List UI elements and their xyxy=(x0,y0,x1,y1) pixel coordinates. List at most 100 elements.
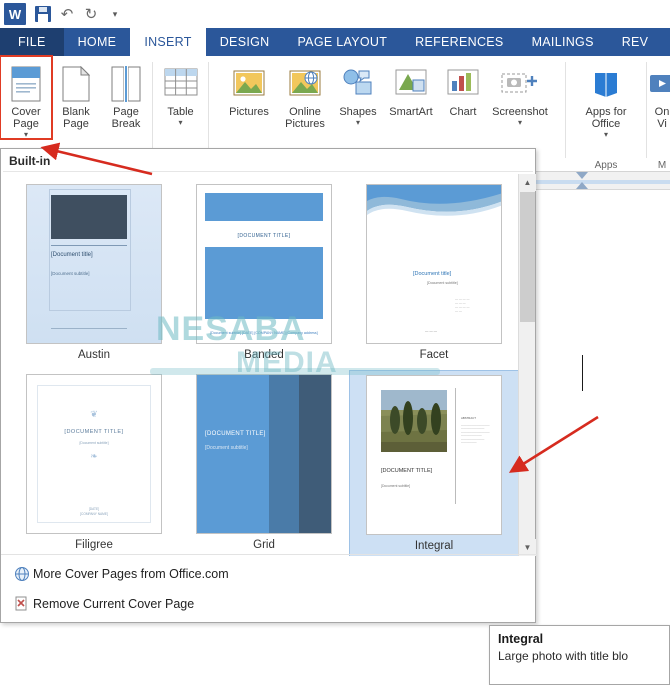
thumb-footer-facet: — — — xyxy=(425,329,438,333)
pictures-label: Pictures xyxy=(229,106,269,118)
undo-button[interactable]: ↶ xyxy=(56,3,78,25)
pictures-button[interactable]: Pictures xyxy=(221,56,277,130)
thumb-title-integral: [DOCUMENT TITLE] xyxy=(381,468,433,474)
horizontal-ruler[interactable] xyxy=(536,172,670,190)
cover-thumbnail-banded: [DOCUMENT TITLE] [Document subtitle] [DA… xyxy=(196,184,332,344)
more-cover-pages-item[interactable]: More Cover Pages from Office.com xyxy=(1,559,537,589)
cover-page-icon xyxy=(11,62,41,106)
thumb-sidetext-facet: — — — — — — — — — — — — — xyxy=(455,297,470,313)
online-video-button[interactable]: On Vi xyxy=(647,56,670,130)
thumb-footer-filigree: [DATE] [COMPANY NAME] xyxy=(80,507,108,516)
ribbon-tabbar: FILE HOME INSERT DESIGN PAGE LAYOUT REFE… xyxy=(0,28,670,56)
customize-quick-access-button[interactable]: ▾ xyxy=(104,3,126,25)
online-pictures-button[interactable]: Online Pictures xyxy=(277,56,333,130)
word-logo: W xyxy=(4,3,26,25)
arrow-to-integral-item xyxy=(508,415,599,473)
shapes-icon xyxy=(342,62,374,106)
remove-cover-page-item[interactable]: Remove Current Cover Page xyxy=(1,589,537,619)
gallery-item-banded[interactable]: [DOCUMENT TITLE] [Document subtitle] [DA… xyxy=(179,180,349,370)
chart-button[interactable]: Chart xyxy=(439,56,487,130)
save-icon xyxy=(35,6,51,22)
scroll-up-icon[interactable]: ▲ xyxy=(519,174,536,191)
thumb-subtitle-integral: [Document subtitle] xyxy=(381,484,411,488)
tooltip-integral: Integral Large photo with title blo xyxy=(489,625,670,685)
hanging-indent-marker[interactable] xyxy=(576,182,588,189)
cover-page-button[interactable]: Cover Page ▾ xyxy=(0,55,53,140)
thumb-title-grid: [DOCUMENT TITLE] xyxy=(205,431,266,437)
chevron-down-icon[interactable]: ▾ xyxy=(178,119,182,127)
cover-thumbnail-facet: [Document title] [Document subtitle] — —… xyxy=(366,184,502,344)
tab-insert[interactable]: INSERT xyxy=(130,28,206,56)
ribbon-group-apps: Apps for Office ▾ Apps xyxy=(566,56,646,172)
tab-home[interactable]: HOME xyxy=(64,28,131,56)
gallery-caption-filigree: Filigree xyxy=(75,539,113,551)
thumb-subtitle-filigree: [Document subtitle] xyxy=(79,441,109,445)
page-break-label: Page Break xyxy=(111,106,141,130)
page-break-button[interactable]: Page Break xyxy=(100,56,152,139)
globe-icon xyxy=(11,566,33,582)
cover-page-gallery: Built-in [Document title] [Document subt… xyxy=(0,148,537,623)
cover-thumbnail-grid: [DOCUMENT TITLE] [Document subtitle] xyxy=(196,374,332,534)
scrollbar-thumb[interactable] xyxy=(520,192,535,322)
thumb-subtitle-facet: [Document subtitle] xyxy=(427,281,458,285)
chevron-down-icon[interactable]: ▾ xyxy=(356,119,360,127)
cover-page-label: Cover Page xyxy=(11,106,41,130)
thumb-ornament-bottom-filigree: ❧ xyxy=(90,451,98,461)
ribbon-group-media: On Vi M xyxy=(647,56,670,172)
tab-page-layout[interactable]: PAGE LAYOUT xyxy=(283,28,401,56)
first-line-indent-marker[interactable] xyxy=(576,172,588,179)
thumb-bodytext-integral: ——————————— ————————— ——————————— ———————— —… xyxy=(461,424,490,445)
thumb-title-banded: [DOCUMENT TITLE] xyxy=(237,233,291,239)
shapes-button[interactable]: Shapes ▾ xyxy=(333,56,383,130)
cover-thumbnail-integral: ABSTRACT ——————————— ————————— ———————————… xyxy=(366,375,502,535)
redo-button[interactable]: ↻ xyxy=(80,3,102,25)
gallery-item-austin[interactable]: [Document title] [Document subtitle] Aus… xyxy=(9,180,179,370)
gallery-scrollbar[interactable]: ▲ ▼ xyxy=(518,174,536,556)
screenshot-icon xyxy=(501,62,539,106)
gallery-item-integral[interactable]: ABSTRACT ——————————— ————————— ———————————… xyxy=(349,370,519,556)
chevron-down-icon[interactable]: ▾ xyxy=(518,119,522,127)
tab-mailings[interactable]: MAILINGS xyxy=(518,28,608,56)
thumb-subtitle-banded: [Document subtitle] [DATE] [COMPANY NAME… xyxy=(210,331,318,335)
arrow-to-cover-page-button xyxy=(40,142,153,176)
table-button[interactable]: Table ▾ xyxy=(155,56,207,127)
tab-review[interactable]: REV xyxy=(608,28,663,56)
tab-design[interactable]: DESIGN xyxy=(206,28,284,56)
ribbon-group-media-label: M xyxy=(657,160,667,171)
save-button[interactable] xyxy=(32,3,54,25)
screenshot-label: Screenshot xyxy=(492,106,548,118)
gallery-caption-austin: Austin xyxy=(78,349,110,361)
thumb-subtitle-austin: [Document subtitle] xyxy=(51,271,90,276)
chevron-down-icon[interactable]: ▾ xyxy=(604,131,608,139)
blank-page-icon xyxy=(62,62,90,106)
tooltip-title: Integral xyxy=(498,632,544,646)
tab-file[interactable]: FILE xyxy=(0,28,64,56)
online-pictures-label: Online Pictures xyxy=(285,106,325,130)
thumb-subtitle-grid: [Document subtitle] xyxy=(205,445,248,451)
gallery-item-facet[interactable]: [Document title] [Document subtitle] — —… xyxy=(349,180,519,370)
blank-page-button[interactable]: Blank Page xyxy=(52,56,100,139)
online-video-label: On Vi xyxy=(654,106,670,130)
thumb-title-facet: [Document title] xyxy=(413,271,452,277)
apps-for-office-button[interactable]: Apps for Office ▾ xyxy=(568,56,644,139)
online-pictures-icon xyxy=(289,62,321,106)
thumb-title-filigree: [DOCUMENT TITLE] xyxy=(64,429,124,435)
cover-thumbnail-filigree: ❦ [DOCUMENT TITLE] [Document subtitle] ❧… xyxy=(26,374,162,534)
tab-references[interactable]: REFERENCES xyxy=(401,28,517,56)
gallery-item-grid[interactable]: [DOCUMENT TITLE] [Document subtitle] Gri… xyxy=(179,370,349,556)
remove-cover-page-label: Remove Current Cover Page xyxy=(33,597,195,611)
blank-page-label: Blank Page xyxy=(62,106,90,130)
screenshot-button[interactable]: Screenshot ▾ xyxy=(487,56,553,130)
ruler-track xyxy=(536,180,670,184)
cover-thumbnail-austin: [Document title] [Document subtitle] xyxy=(26,184,162,344)
watermark-text-secondary: MEDIA xyxy=(236,346,338,379)
chevron-down-icon[interactable]: ▾ xyxy=(24,131,28,139)
gallery-caption-grid: Grid xyxy=(253,539,275,551)
gallery-item-filigree[interactable]: ❦ [DOCUMENT TITLE] [Document subtitle] ❧… xyxy=(9,370,179,556)
shapes-label: Shapes xyxy=(339,106,377,118)
smartart-button[interactable]: SmartArt xyxy=(383,56,439,130)
chart-icon xyxy=(447,62,479,106)
more-cover-pages-label: More Cover Pages from Office.com xyxy=(33,567,229,581)
page-break-icon xyxy=(110,62,142,106)
online-video-icon xyxy=(649,62,670,106)
